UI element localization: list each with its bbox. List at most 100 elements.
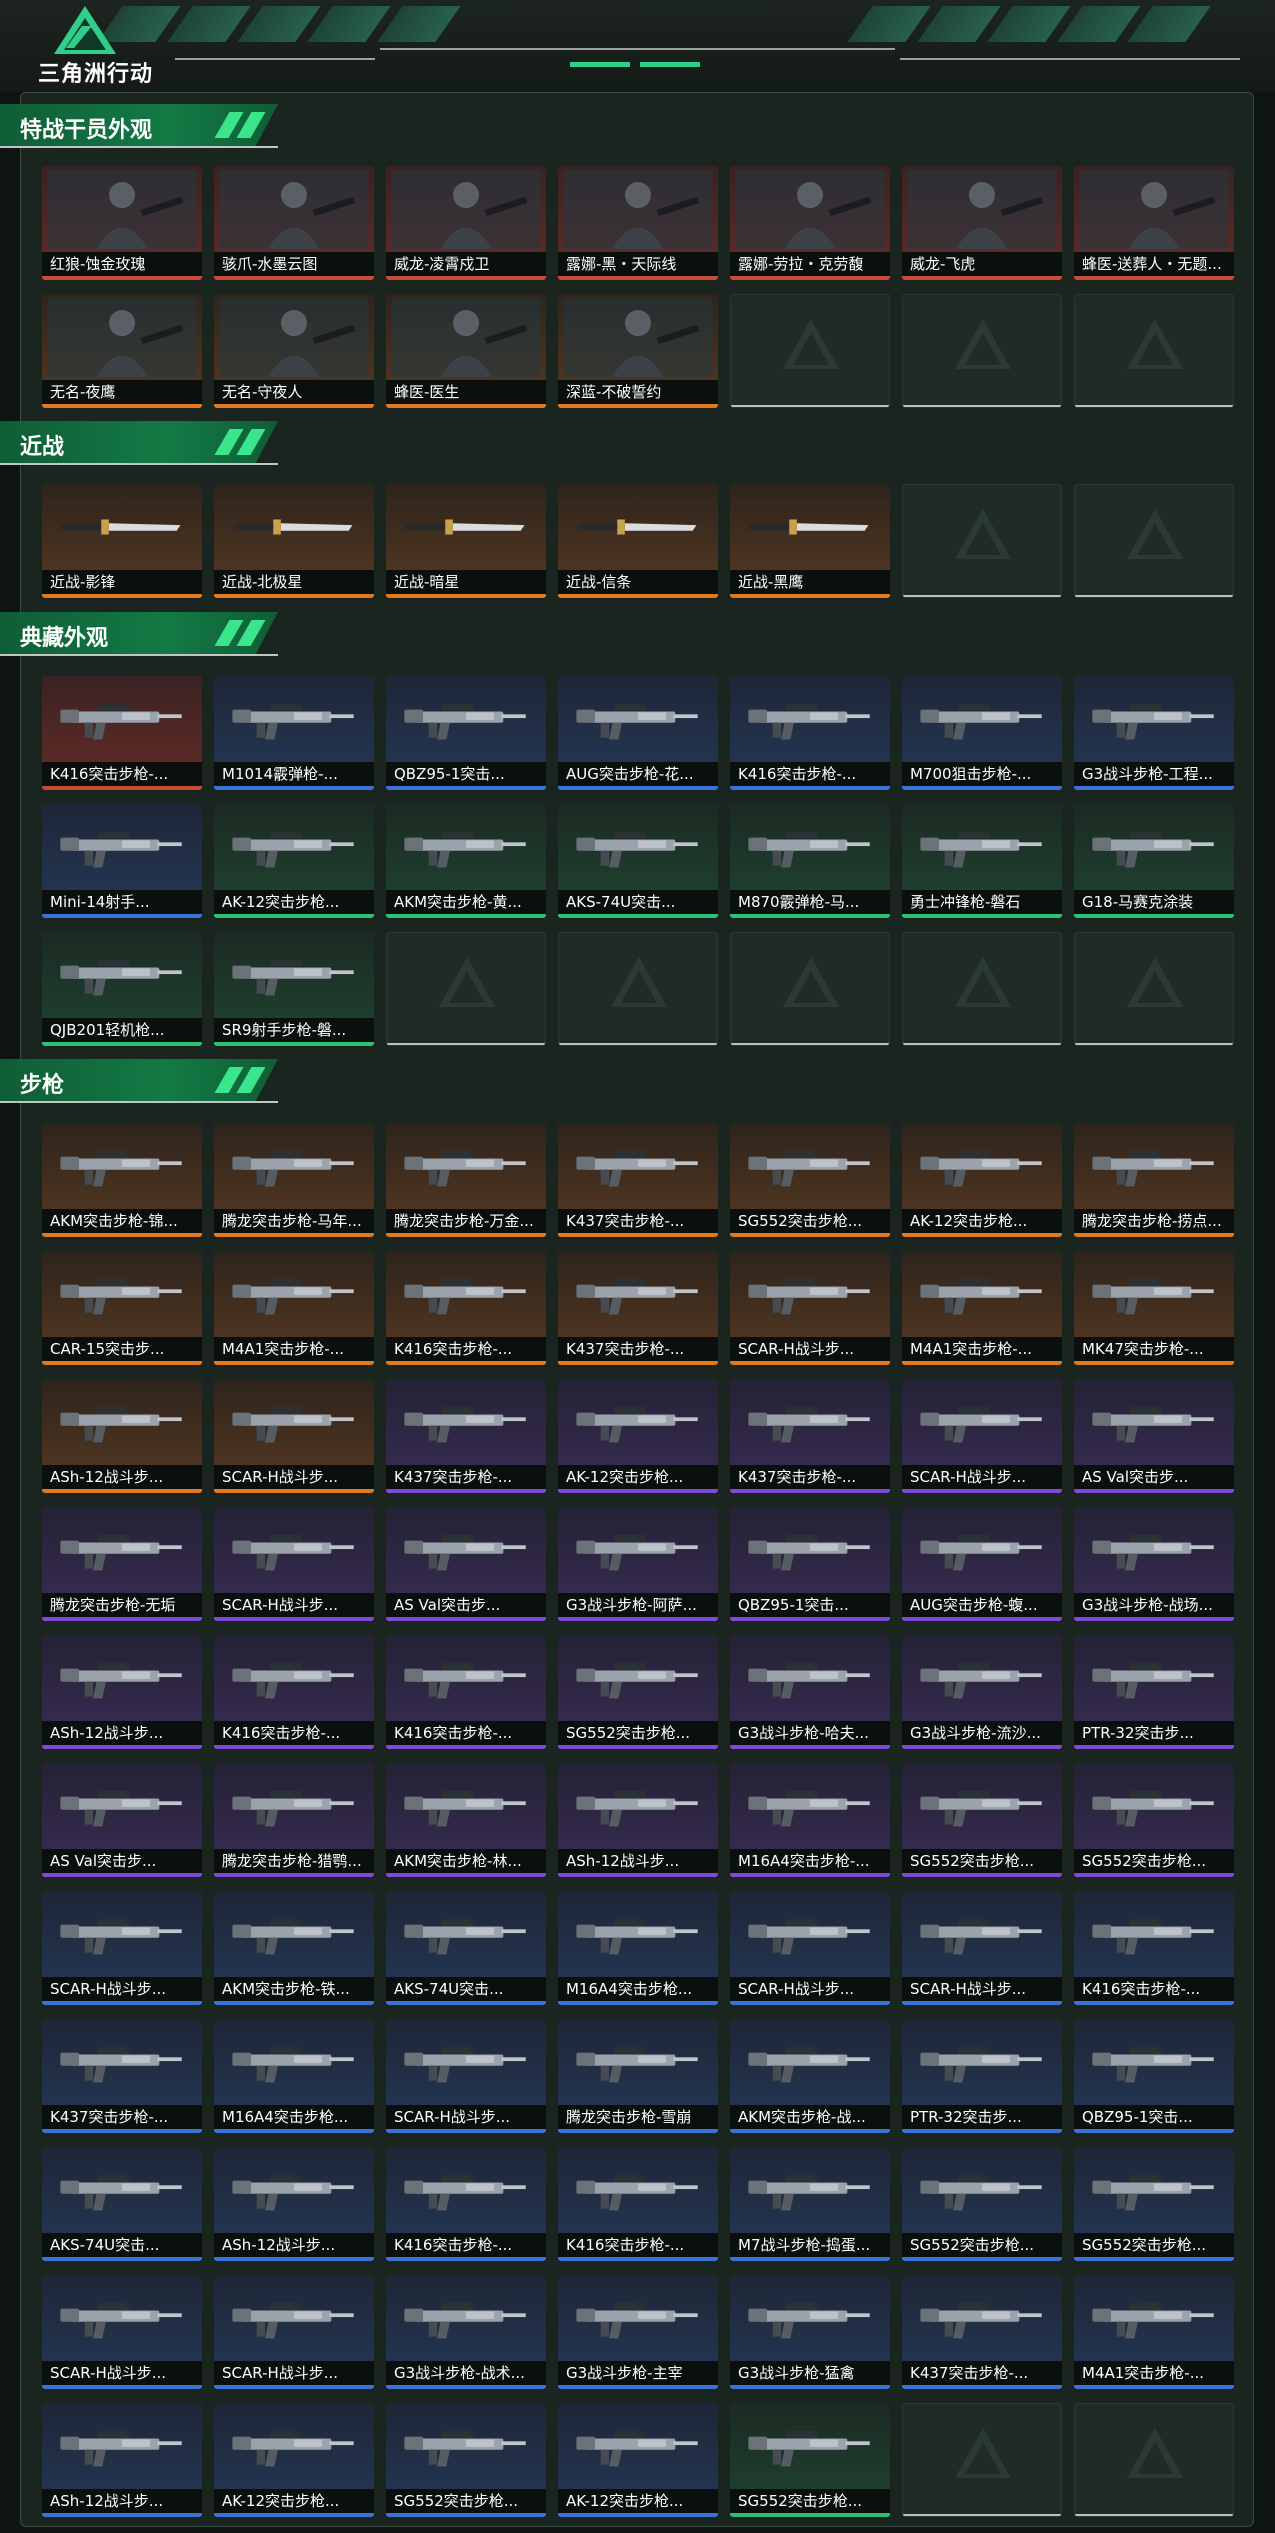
item-tile[interactable]: K437突击步枪-... [558, 1251, 718, 1365]
item-tile[interactable]: AKM突击步枪-铁... [214, 1891, 374, 2005]
item-tile[interactable]: 腾龙突击步枪-猎鹗... [214, 1763, 374, 1877]
item-tile[interactable]: 近战-暗星 [386, 484, 546, 598]
item-tile[interactable]: M4A1突击步枪-... [902, 1251, 1062, 1365]
item-tile[interactable]: ASh-12战斗步... [558, 1763, 718, 1877]
item-tile[interactable]: K437突击步枪-... [902, 2275, 1062, 2389]
item-tile[interactable]: 腾龙突击步枪-雪崩 [558, 2019, 718, 2133]
item-tile[interactable]: 勇士冲锋枪-磐石 [902, 804, 1062, 918]
item-tile[interactable]: SCAR-H战斗步... [902, 1379, 1062, 1493]
item-tile[interactable]: M4A1突击步枪-... [1074, 2275, 1234, 2389]
item-tile[interactable]: SG552突击步枪... [386, 2403, 546, 2517]
item-tile[interactable]: 威龙-凌霄戍卫 [386, 166, 546, 280]
item-tile[interactable]: SG552突击步枪... [730, 1123, 890, 1237]
item-tile[interactable]: M700狙击步枪-... [902, 676, 1062, 790]
item-tile[interactable]: G3战斗步枪-主宰 [558, 2275, 718, 2389]
item-tile[interactable]: 近战-影锋 [42, 484, 202, 598]
item-tile[interactable]: K437突击步枪-... [386, 1379, 546, 1493]
item-tile[interactable]: K416突击步枪-... [386, 2147, 546, 2261]
item-tile[interactable]: SG552突击步枪... [558, 1635, 718, 1749]
item-tile[interactable]: SCAR-H战斗步... [730, 1251, 890, 1365]
item-tile[interactable]: AS Val突击步... [386, 1507, 546, 1621]
item-tile[interactable]: M16A4突击步枪... [214, 2019, 374, 2133]
item-tile[interactable]: K416突击步枪-... [386, 1251, 546, 1365]
item-tile[interactable]: Mini-14射手... [42, 804, 202, 918]
item-tile[interactable]: 蜂医-医生 [386, 294, 546, 408]
item-tile[interactable]: AK-12突击步枪... [558, 1379, 718, 1493]
item-tile[interactable]: M1014霰弹枪-... [214, 676, 374, 790]
item-tile[interactable]: SR9射手步枪-磐... [214, 932, 374, 1046]
item-tile[interactable]: QJB201轻机枪... [42, 932, 202, 1046]
item-tile[interactable]: 腾龙突击步枪-无垢 [42, 1507, 202, 1621]
item-tile[interactable]: 近战-黑鹰 [730, 484, 890, 598]
item-tile[interactable]: G3战斗步枪-战场... [1074, 1507, 1234, 1621]
item-tile[interactable]: QBZ95-1突击... [730, 1507, 890, 1621]
item-tile[interactable]: SCAR-H战斗步... [214, 2275, 374, 2389]
item-tile[interactable]: AS Val突击步... [42, 1763, 202, 1877]
item-tile[interactable]: AKM突击步枪-锦... [42, 1123, 202, 1237]
item-tile[interactable]: QBZ95-1突击... [386, 676, 546, 790]
item-tile[interactable]: G3战斗步枪-战术... [386, 2275, 546, 2389]
item-tile[interactable]: AKS-74U突击... [42, 2147, 202, 2261]
item-tile[interactable]: 深蓝-不破誓约 [558, 294, 718, 408]
item-tile[interactable]: AK-12突击步枪... [214, 804, 374, 918]
item-tile[interactable]: SG552突击步枪... [1074, 2147, 1234, 2261]
item-tile[interactable]: AK-12突击步枪... [902, 1123, 1062, 1237]
item-tile[interactable]: AUG突击步枪-蝮... [902, 1507, 1062, 1621]
item-tile[interactable]: M16A4突击步枪-... [730, 1763, 890, 1877]
item-tile[interactable]: G3战斗步枪-猛禽 [730, 2275, 890, 2389]
item-tile[interactable]: M16A4突击步枪... [558, 1891, 718, 2005]
item-tile[interactable]: K416突击步枪-... [558, 2147, 718, 2261]
item-tile[interactable]: ASh-12战斗步... [42, 1379, 202, 1493]
item-tile[interactable]: 露娜-黑・天际线 [558, 166, 718, 280]
item-tile[interactable]: QBZ95-1突击... [1074, 2019, 1234, 2133]
item-tile[interactable]: SG552突击步枪... [902, 2147, 1062, 2261]
item-tile[interactable]: AKM突击步枪-林... [386, 1763, 546, 1877]
item-tile[interactable]: 骇爪-水墨云图 [214, 166, 374, 280]
item-tile[interactable]: SCAR-H战斗步... [214, 1379, 374, 1493]
item-tile[interactable]: AKM突击步枪-战... [730, 2019, 890, 2133]
item-tile[interactable]: M7战斗步枪-捣蛋... [730, 2147, 890, 2261]
item-tile[interactable]: SG552突击步枪... [1074, 1763, 1234, 1877]
item-tile[interactable]: K416突击步枪-... [214, 1635, 374, 1749]
item-tile[interactable]: AKM突击步枪-黄... [386, 804, 546, 918]
item-tile[interactable]: SG552突击步枪... [902, 1763, 1062, 1877]
item-tile[interactable]: G18-马赛克涂装 [1074, 804, 1234, 918]
item-tile[interactable]: SCAR-H战斗步... [386, 2019, 546, 2133]
item-tile[interactable]: G3战斗步枪-流沙... [902, 1635, 1062, 1749]
item-tile[interactable]: AKS-74U突击... [558, 804, 718, 918]
item-tile[interactable]: 无名-守夜人 [214, 294, 374, 408]
item-tile[interactable]: G3战斗步枪-阿萨... [558, 1507, 718, 1621]
item-tile[interactable]: AKS-74U突击... [386, 1891, 546, 2005]
item-tile[interactable]: SCAR-H战斗步... [902, 1891, 1062, 2005]
item-tile[interactable]: SCAR-H战斗步... [214, 1507, 374, 1621]
item-tile[interactable]: AK-12突击步枪... [558, 2403, 718, 2517]
item-tile[interactable]: CAR-15突击步... [42, 1251, 202, 1365]
item-tile[interactable]: 腾龙突击步枪-万金... [386, 1123, 546, 1237]
item-tile[interactable]: 腾龙突击步枪-马年... [214, 1123, 374, 1237]
item-tile[interactable]: AS Val突击步... [1074, 1379, 1234, 1493]
item-tile[interactable]: G3战斗步枪-工程... [1074, 676, 1234, 790]
item-tile[interactable]: G3战斗步枪-哈夫... [730, 1635, 890, 1749]
item-tile[interactable]: SCAR-H战斗步... [42, 1891, 202, 2005]
item-tile[interactable]: SCAR-H战斗步... [730, 1891, 890, 2005]
item-tile[interactable]: PTR-32突击步... [1074, 1635, 1234, 1749]
item-tile[interactable]: 腾龙突击步枪-捞点... [1074, 1123, 1234, 1237]
item-tile[interactable]: AUG突击步枪-花... [558, 676, 718, 790]
item-tile[interactable]: MK47突击步枪-... [1074, 1251, 1234, 1365]
item-tile[interactable]: K416突击步枪-... [42, 676, 202, 790]
item-tile[interactable]: 近战-信条 [558, 484, 718, 598]
item-tile[interactable]: K416突击步枪-... [730, 676, 890, 790]
item-tile[interactable]: ASh-12战斗步... [214, 2147, 374, 2261]
item-tile[interactable]: 红狼-蚀金玫瑰 [42, 166, 202, 280]
item-tile[interactable]: 蜂医-送葬人・无题... [1074, 166, 1234, 280]
item-tile[interactable]: ASh-12战斗步... [42, 1635, 202, 1749]
item-tile[interactable]: K437突击步枪-... [558, 1123, 718, 1237]
item-tile[interactable]: SCAR-H战斗步... [42, 2275, 202, 2389]
item-tile[interactable]: M870霰弹枪-马... [730, 804, 890, 918]
item-tile[interactable]: 露娜-劳拉・克劳馥 [730, 166, 890, 280]
item-tile[interactable]: 无名-夜鹰 [42, 294, 202, 408]
item-tile[interactable]: PTR-32突击步... [902, 2019, 1062, 2133]
item-tile[interactable]: K437突击步枪-... [42, 2019, 202, 2133]
item-tile[interactable]: K437突击步枪-... [730, 1379, 890, 1493]
item-tile[interactable]: ASh-12战斗步... [42, 2403, 202, 2517]
